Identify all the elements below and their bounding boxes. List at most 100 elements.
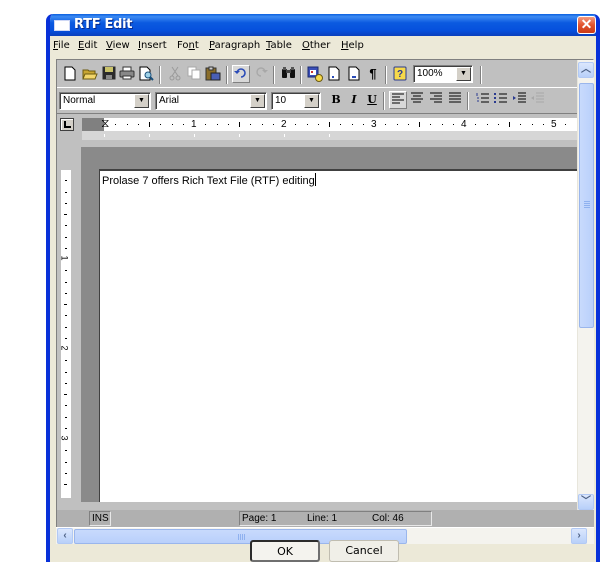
- scroll-right-button[interactable]: ›: [571, 528, 587, 544]
- indent-marker-icon[interactable]: ⧖: [101, 117, 109, 130]
- underline-button[interactable]: U: [363, 91, 381, 109]
- align-left-button[interactable]: [389, 91, 407, 109]
- ruler-tick: [65, 427, 67, 429]
- open-button[interactable]: [81, 65, 99, 83]
- help-button[interactable]: ?: [391, 65, 409, 83]
- ruler-tick: [272, 124, 274, 125]
- ruler-number: 5: [551, 119, 557, 130]
- close-button[interactable]: ✕: [577, 16, 596, 34]
- horizontal-ruler[interactable]: ⧖ 1 2 3 4 5: [82, 117, 577, 131]
- font-select[interactable]: Arial ▼: [155, 92, 267, 110]
- ruler-tick: [65, 337, 67, 339]
- bulleted-list-button[interactable]: [491, 91, 509, 109]
- menu-insert[interactable]: Insert: [138, 40, 167, 51]
- italic-button[interactable]: I: [345, 91, 363, 109]
- ruler-tick: [64, 394, 67, 395]
- undo-button[interactable]: [232, 65, 250, 83]
- bold-button[interactable]: B: [327, 91, 345, 109]
- menu-bar: File Edit View Insert Font Paragraph Tab…: [50, 36, 596, 56]
- document-page[interactable]: Prolase 7 offers Rich Text File (RTF) ed…: [99, 169, 577, 502]
- menu-file[interactable]: File: [53, 40, 70, 51]
- horizontal-scrollbar[interactable]: ‹ ›: [56, 527, 594, 544]
- menu-other[interactable]: Other: [302, 40, 330, 51]
- cancel-button[interactable]: Cancel: [329, 540, 399, 562]
- ok-button[interactable]: OK: [250, 540, 320, 562]
- bold-icon: B: [331, 93, 341, 106]
- chevron-down-icon[interactable]: ▼: [304, 94, 319, 108]
- formatting-toolbar: Normal ▼ Arial ▼ 10 ▼ B I U: [57, 87, 577, 113]
- toolbar-separator: [226, 66, 228, 84]
- ruler-tick: [160, 124, 162, 125]
- chevron-down-icon[interactable]: ▼: [134, 94, 149, 108]
- paste-button[interactable]: [204, 65, 222, 83]
- style-select[interactable]: Normal ▼: [59, 92, 151, 110]
- grip-line: [244, 534, 245, 540]
- align-right-button[interactable]: [427, 91, 445, 109]
- vertical-ruler[interactable]: 1 2 3: [59, 170, 71, 498]
- insert-page-number-button[interactable]: [345, 65, 363, 83]
- insert-date-time-button[interactable]: [306, 65, 324, 83]
- grip-line: [584, 203, 590, 204]
- copy-icon: [187, 66, 200, 80]
- style-value: Normal: [63, 95, 96, 106]
- chevron-down-icon[interactable]: ▼: [250, 94, 265, 108]
- ruler-tick: [227, 124, 229, 125]
- chevron-down-icon[interactable]: ▼: [456, 67, 471, 81]
- ruler-number: 2: [59, 345, 70, 351]
- toolbar-separator: [385, 66, 387, 84]
- new-document-button[interactable]: [61, 65, 79, 83]
- save-button[interactable]: [100, 65, 118, 83]
- toolbar-separator: [273, 66, 275, 84]
- menu-view[interactable]: View: [106, 40, 130, 51]
- ruler-tick: [65, 360, 67, 362]
- ruler-tick: [65, 472, 67, 474]
- ruler-tick: [520, 124, 522, 125]
- default-tab-stop: [239, 134, 240, 137]
- scroll-down-button[interactable]: ﹀: [578, 494, 594, 510]
- editor-frame: ¶ ? 100% ▼ Normal ▼ Arial ▼ 10 ▼ B I U ⧖…: [56, 59, 594, 528]
- menu-paragraph[interactable]: Paragraph: [209, 40, 260, 51]
- numbered-list-button[interactable]: [473, 91, 491, 109]
- ruler-tick: [65, 382, 67, 384]
- menu-edit[interactable]: Edit: [78, 40, 97, 51]
- insert-page-button[interactable]: [325, 65, 343, 83]
- vertical-scrollbar[interactable]: ︿ ﹀: [577, 60, 594, 510]
- menu-font[interactable]: Font: [177, 40, 199, 51]
- title-bar[interactable]: RTF Edit ✕: [50, 14, 596, 36]
- menu-help[interactable]: Help: [341, 40, 364, 51]
- redo-button[interactable]: [252, 65, 270, 83]
- align-center-button[interactable]: [408, 91, 426, 109]
- tab-stop-selector[interactable]: [60, 118, 74, 131]
- print-preview-icon: [139, 66, 154, 81]
- ruler-tick: [137, 124, 139, 125]
- grip-line: [584, 207, 590, 208]
- show-formatting-button[interactable]: ¶: [364, 65, 382, 83]
- window-title: RTF Edit: [74, 17, 133, 32]
- zoom-select[interactable]: 100% ▼: [413, 65, 473, 83]
- ruler-number: 3: [59, 435, 70, 441]
- page-indicator: Page: 1: [242, 513, 277, 524]
- ruler-tick: [65, 326, 67, 328]
- print-preview-button[interactable]: [137, 65, 155, 83]
- ruler-tick: [329, 122, 330, 127]
- print-button[interactable]: [118, 65, 136, 83]
- ruler-tick: [430, 124, 432, 125]
- ruler-tick: [250, 124, 252, 125]
- ruler-tick: [362, 124, 364, 125]
- font-size-select[interactable]: 10 ▼: [271, 92, 321, 110]
- scroll-left-button[interactable]: ‹: [57, 528, 73, 544]
- document-text[interactable]: Prolase 7 offers Rich Text File (RTF) ed…: [102, 173, 316, 187]
- ruler-tick: [475, 124, 477, 125]
- ruler-tick: [396, 124, 398, 125]
- increase-indent-button[interactable]: [510, 91, 528, 109]
- find-button[interactable]: [279, 65, 297, 83]
- ruler-tick: [340, 124, 342, 125]
- justify-button[interactable]: [446, 91, 464, 109]
- scroll-up-button[interactable]: ︿: [578, 62, 594, 78]
- menu-table[interactable]: Table: [266, 40, 292, 51]
- copy-button[interactable]: [185, 65, 203, 83]
- cut-button[interactable]: [166, 65, 184, 83]
- vertical-scroll-thumb[interactable]: [579, 83, 594, 328]
- ruler-tick: [115, 124, 117, 125]
- decrease-indent-button[interactable]: [528, 91, 546, 109]
